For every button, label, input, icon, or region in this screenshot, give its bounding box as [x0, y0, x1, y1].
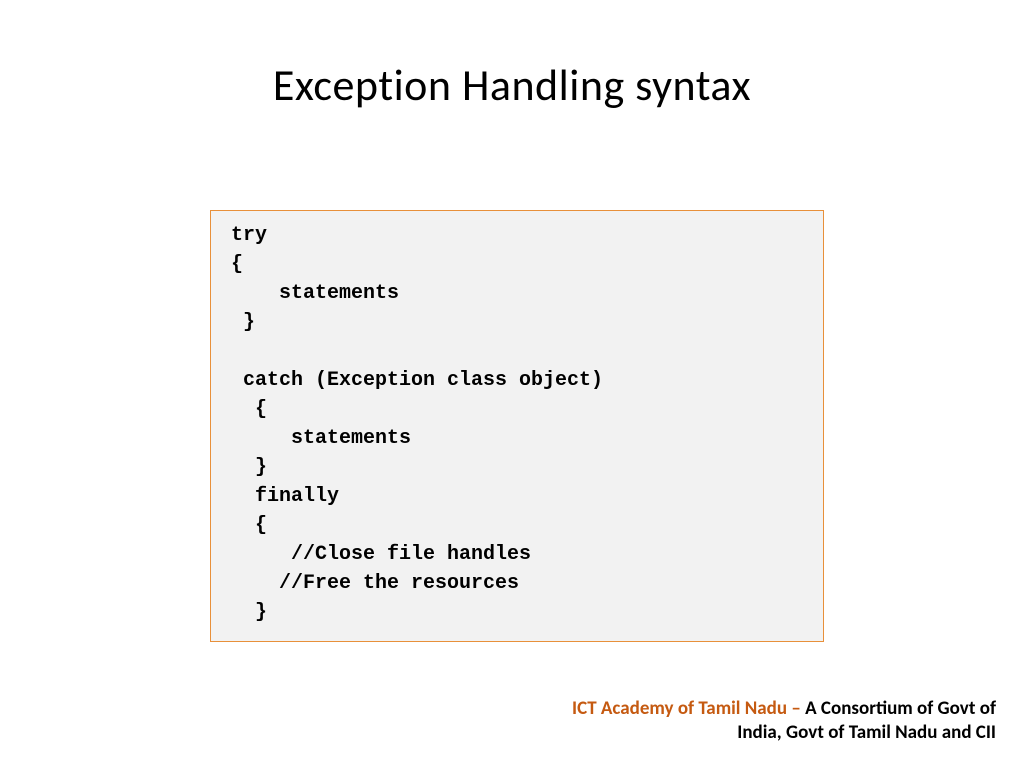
slide-footer: ICT Academy of Tamil Nadu – A Consortium… — [572, 697, 996, 746]
slide-title: Exception Handling syntax — [0, 0, 1024, 112]
code-box: try { statements } catch (Exception clas… — [210, 210, 824, 642]
code-content: try { statements } catch (Exception clas… — [231, 221, 803, 627]
footer-dash: – — [787, 697, 805, 720]
footer-desc-line2: India, Govt of Tamil Nadu and CII — [737, 721, 996, 744]
footer-desc-line1: A Consortium of Govt of — [805, 697, 996, 720]
footer-org: ICT Academy of Tamil Nadu — [572, 697, 787, 720]
